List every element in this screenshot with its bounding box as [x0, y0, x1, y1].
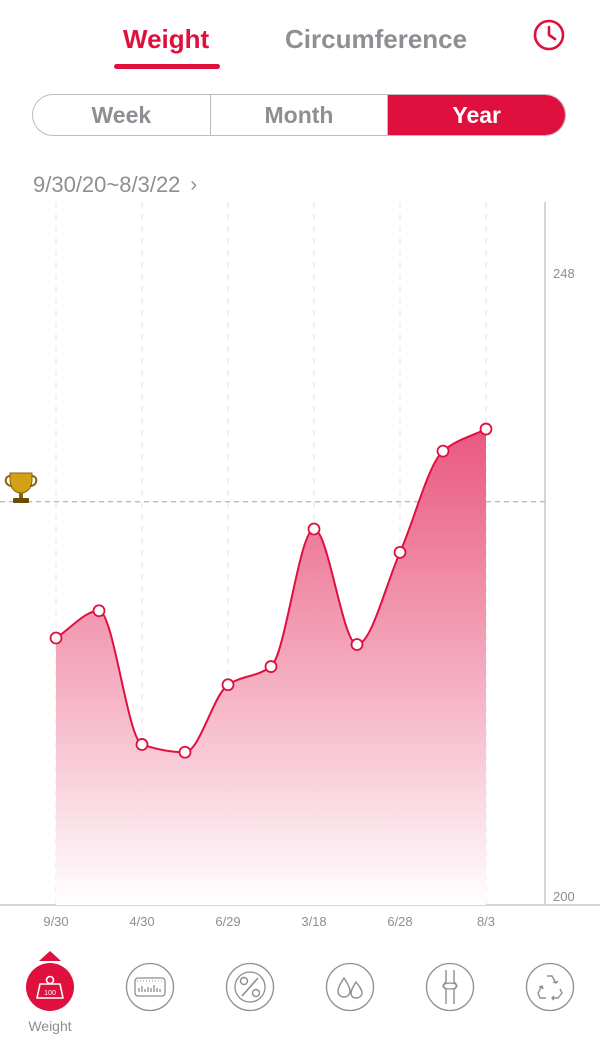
x-tick-label: 8/3 [477, 914, 495, 929]
y-tick-label-top: 248 [553, 266, 575, 281]
data-point [264, 660, 278, 673]
x-tick-label: 6/28 [387, 914, 412, 929]
water-drops-icon[interactable] [325, 962, 375, 1012]
segment-week[interactable]: Week [33, 95, 211, 135]
clock-history-icon[interactable] [531, 17, 567, 53]
data-point [393, 545, 407, 559]
bar-chart-box-icon[interactable] [125, 962, 175, 1012]
data-point [307, 522, 321, 536]
data-point [92, 604, 106, 618]
x-tick-label: 6/29 [215, 914, 240, 929]
x-tick-label: 3/18 [301, 914, 326, 929]
x-tick-label: 9/30 [43, 914, 68, 929]
weight-scale-icon: 100 [26, 963, 74, 1011]
segment-year[interactable]: Year [388, 95, 565, 135]
active-tab-indicator [114, 64, 220, 69]
data-point [178, 745, 192, 759]
active-indicator-triangle-icon [39, 951, 61, 961]
chevron-right-icon: › [190, 173, 198, 196]
bottom-nav: 100 Weight [0, 950, 600, 1045]
tab-weight[interactable]: Weight [123, 24, 209, 55]
bone-joint-icon[interactable] [425, 962, 475, 1012]
data-point [135, 738, 149, 751]
data-point [479, 422, 493, 436]
trophy-icon [4, 472, 38, 503]
top-tab-bar: Weight Circumference [0, 0, 600, 80]
weight-chart: 248 200 9/30 4/30 6/29 3/18 6/28 8/3 [0, 202, 600, 929]
nav-item-weight[interactable]: 100 Weight [0, 950, 100, 1045]
weight-badge-text: 100 [44, 990, 56, 997]
period-selector: Week Month Year [32, 94, 566, 136]
percent-icon[interactable] [225, 962, 275, 1012]
segment-month[interactable]: Month [211, 95, 389, 135]
recycle-icon[interactable] [525, 962, 575, 1012]
tab-circumference[interactable]: Circumference [285, 24, 467, 55]
data-point [350, 638, 364, 651]
data-point [221, 678, 235, 692]
x-tick-label: 4/30 [129, 914, 154, 929]
data-point [436, 444, 450, 458]
nav-label-weight: Weight [28, 1018, 72, 1034]
data-point [49, 631, 63, 645]
x-tick-labels: 9/30 4/30 6/29 3/18 6/28 8/3 [43, 914, 495, 929]
y-tick-label-bottom: 200 [553, 889, 575, 904]
